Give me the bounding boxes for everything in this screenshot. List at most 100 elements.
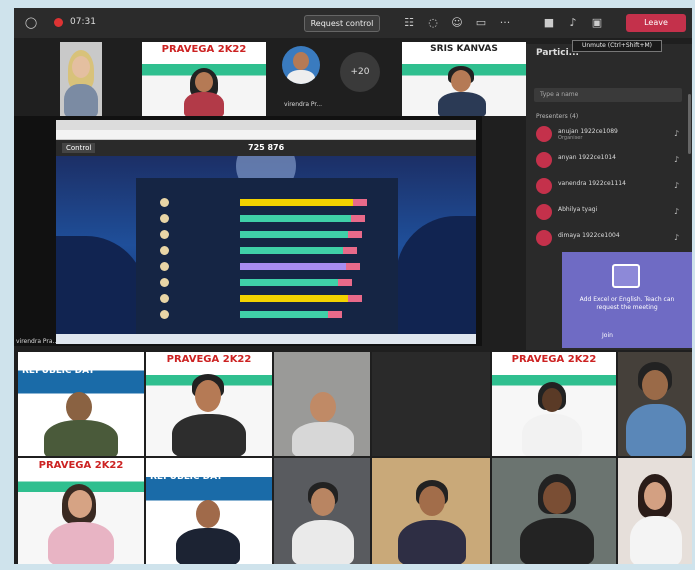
leaderboard-row	[136, 196, 398, 209]
participant-name: anyan 1922ce1014	[558, 154, 616, 161]
cloud-decoration	[396, 216, 476, 334]
leaderboard-row	[136, 276, 398, 289]
quiz-background	[56, 156, 476, 334]
empty-video-tile	[372, 352, 490, 456]
leaderboard-score-bar	[240, 247, 343, 254]
browser-address-bar	[56, 130, 476, 140]
request-control-button[interactable]: Request control	[304, 15, 380, 32]
avatar	[536, 152, 552, 168]
leaderboard-row	[136, 212, 398, 225]
popup-join-button[interactable]: Join	[602, 332, 613, 339]
meeting-toolbar: ◯ 07:31 Request control ☷ ◌ ☺ ▭ ··· ■ ♪ …	[14, 8, 692, 38]
participant-body	[398, 520, 466, 564]
avatar	[536, 204, 552, 220]
participant-face	[310, 392, 336, 422]
participant-body	[292, 422, 354, 456]
quiz-header: Control 725 876	[56, 140, 476, 156]
participant-avatar-tile[interactable]	[280, 42, 324, 100]
participant-face	[195, 72, 213, 92]
unmute-tooltip: Unmute (Ctrl+Shift+M)	[572, 40, 662, 52]
mic-icon[interactable]: ♪	[566, 16, 580, 30]
panel-scrollbar[interactable]	[688, 94, 691, 154]
mic-icon: ♪	[674, 207, 680, 216]
avatar	[536, 178, 552, 194]
notification-popup[interactable]: Add Excel or English. Teach can request …	[562, 252, 692, 348]
participant-video-tile[interactable]	[492, 458, 616, 564]
poster-title: REPUBLIC DAY	[150, 472, 223, 482]
participant-face	[195, 380, 221, 412]
more-icon[interactable]: ···	[498, 16, 512, 30]
presenters-section-label: Presenters (4)	[536, 113, 579, 120]
speaker-icon[interactable]: ▣	[590, 16, 604, 30]
participant-name: virendra Pr...	[284, 101, 323, 108]
browser-tabs	[56, 120, 476, 130]
camera-icon[interactable]: ■	[542, 16, 556, 30]
participant-body	[172, 414, 246, 456]
mic-icon: ♪	[674, 155, 680, 164]
participant-video-tile[interactable]	[274, 458, 370, 564]
leaderboard-row	[136, 260, 398, 273]
participant-video-tile[interactable]	[60, 42, 102, 116]
leaderboard-bar-end	[338, 279, 352, 286]
avatar	[282, 46, 320, 84]
participant-video-tile[interactable]	[274, 352, 370, 456]
leaderboard-score-bar	[240, 215, 351, 222]
participant-name: Abhilya tyagi	[558, 206, 598, 213]
participant-row[interactable]: dimaya 1922ce1004 ♪	[536, 230, 686, 248]
participant-video-tile[interactable]: PRAVEGA 2K22	[18, 458, 144, 564]
participant-face	[543, 482, 571, 514]
participant-face	[644, 482, 666, 510]
participant-name: vanendra 1922ce1114	[558, 180, 626, 187]
leaderboard-row	[136, 228, 398, 241]
participant-video-tile[interactable]: PRAVEGA 2K22	[142, 42, 266, 116]
windows-taskbar	[56, 334, 476, 344]
poster-title: PRAVEGA 2K22	[161, 44, 247, 55]
leaderboard-score-bar	[240, 263, 346, 270]
chat-icon[interactable]: ◌	[426, 16, 440, 30]
participant-video-tile[interactable]: REPUBLIC DAY	[146, 458, 272, 564]
shield-icon: ◯	[24, 16, 38, 29]
poster-title: PRAVEGA 2K22	[38, 460, 124, 471]
participant-name: anujan 1922ce1089	[558, 128, 618, 135]
participant-video-tile[interactable]: PRAVEGA 2K22	[146, 352, 272, 456]
share-icon[interactable]: ▭	[474, 16, 488, 30]
leaderboard-avatar	[160, 262, 169, 271]
popup-message: Add Excel or English. Teach can request …	[579, 296, 675, 311]
cloud-decoration	[56, 236, 146, 334]
participant-video-tile[interactable]	[618, 352, 692, 456]
participant-row[interactable]: vanendra 1922ce1114 ♪	[536, 178, 686, 196]
reactions-icon[interactable]: ☺	[450, 16, 464, 30]
leaderboard-avatar	[160, 214, 169, 223]
mic-icon: ♪	[674, 233, 680, 242]
participant-face	[293, 52, 309, 70]
participant-search-input[interactable]: Type a name	[534, 88, 682, 102]
participant-row[interactable]: anujan 1922ce1089 Organiser ♪	[536, 126, 686, 144]
participant-face	[72, 56, 90, 78]
participant-row[interactable]: anyan 1922ce1014 ♪	[536, 152, 686, 170]
participant-body	[44, 420, 118, 456]
more-participants-button[interactable]: +20	[340, 52, 380, 92]
avatar	[536, 126, 552, 142]
avatar	[536, 230, 552, 246]
leaderboard-row	[136, 292, 398, 305]
leave-button[interactable]: Leave	[626, 14, 686, 32]
mic-icon: ♪	[674, 129, 680, 138]
leaderboard-bar-end	[353, 199, 367, 206]
leaderboard-avatar	[160, 294, 169, 303]
participant-body	[292, 520, 354, 564]
participant-video-tile[interactable]: PRAVEGA 2K22	[492, 352, 616, 456]
participant-face	[419, 486, 445, 516]
leaderboard-bar-end	[343, 247, 357, 254]
participant-video-tile[interactable]	[618, 458, 692, 564]
participant-row[interactable]: Abhilya tyagi ♪	[536, 204, 686, 222]
shared-screen: Control 725 876 virendra Pra...	[14, 116, 482, 346]
participant-video-tile[interactable]: SRIS KANVAS	[402, 42, 526, 116]
leaderboard-bar-end	[328, 311, 342, 318]
participant-body	[48, 522, 114, 564]
participant-role: Organiser	[558, 135, 583, 141]
people-icon[interactable]: ☷	[402, 16, 416, 30]
participant-body	[184, 92, 224, 116]
participant-video-tile[interactable]: REPUBLIC DAY	[18, 352, 144, 456]
participant-video-tile[interactable]	[372, 458, 490, 564]
leaderboard-bar-end	[348, 295, 362, 302]
